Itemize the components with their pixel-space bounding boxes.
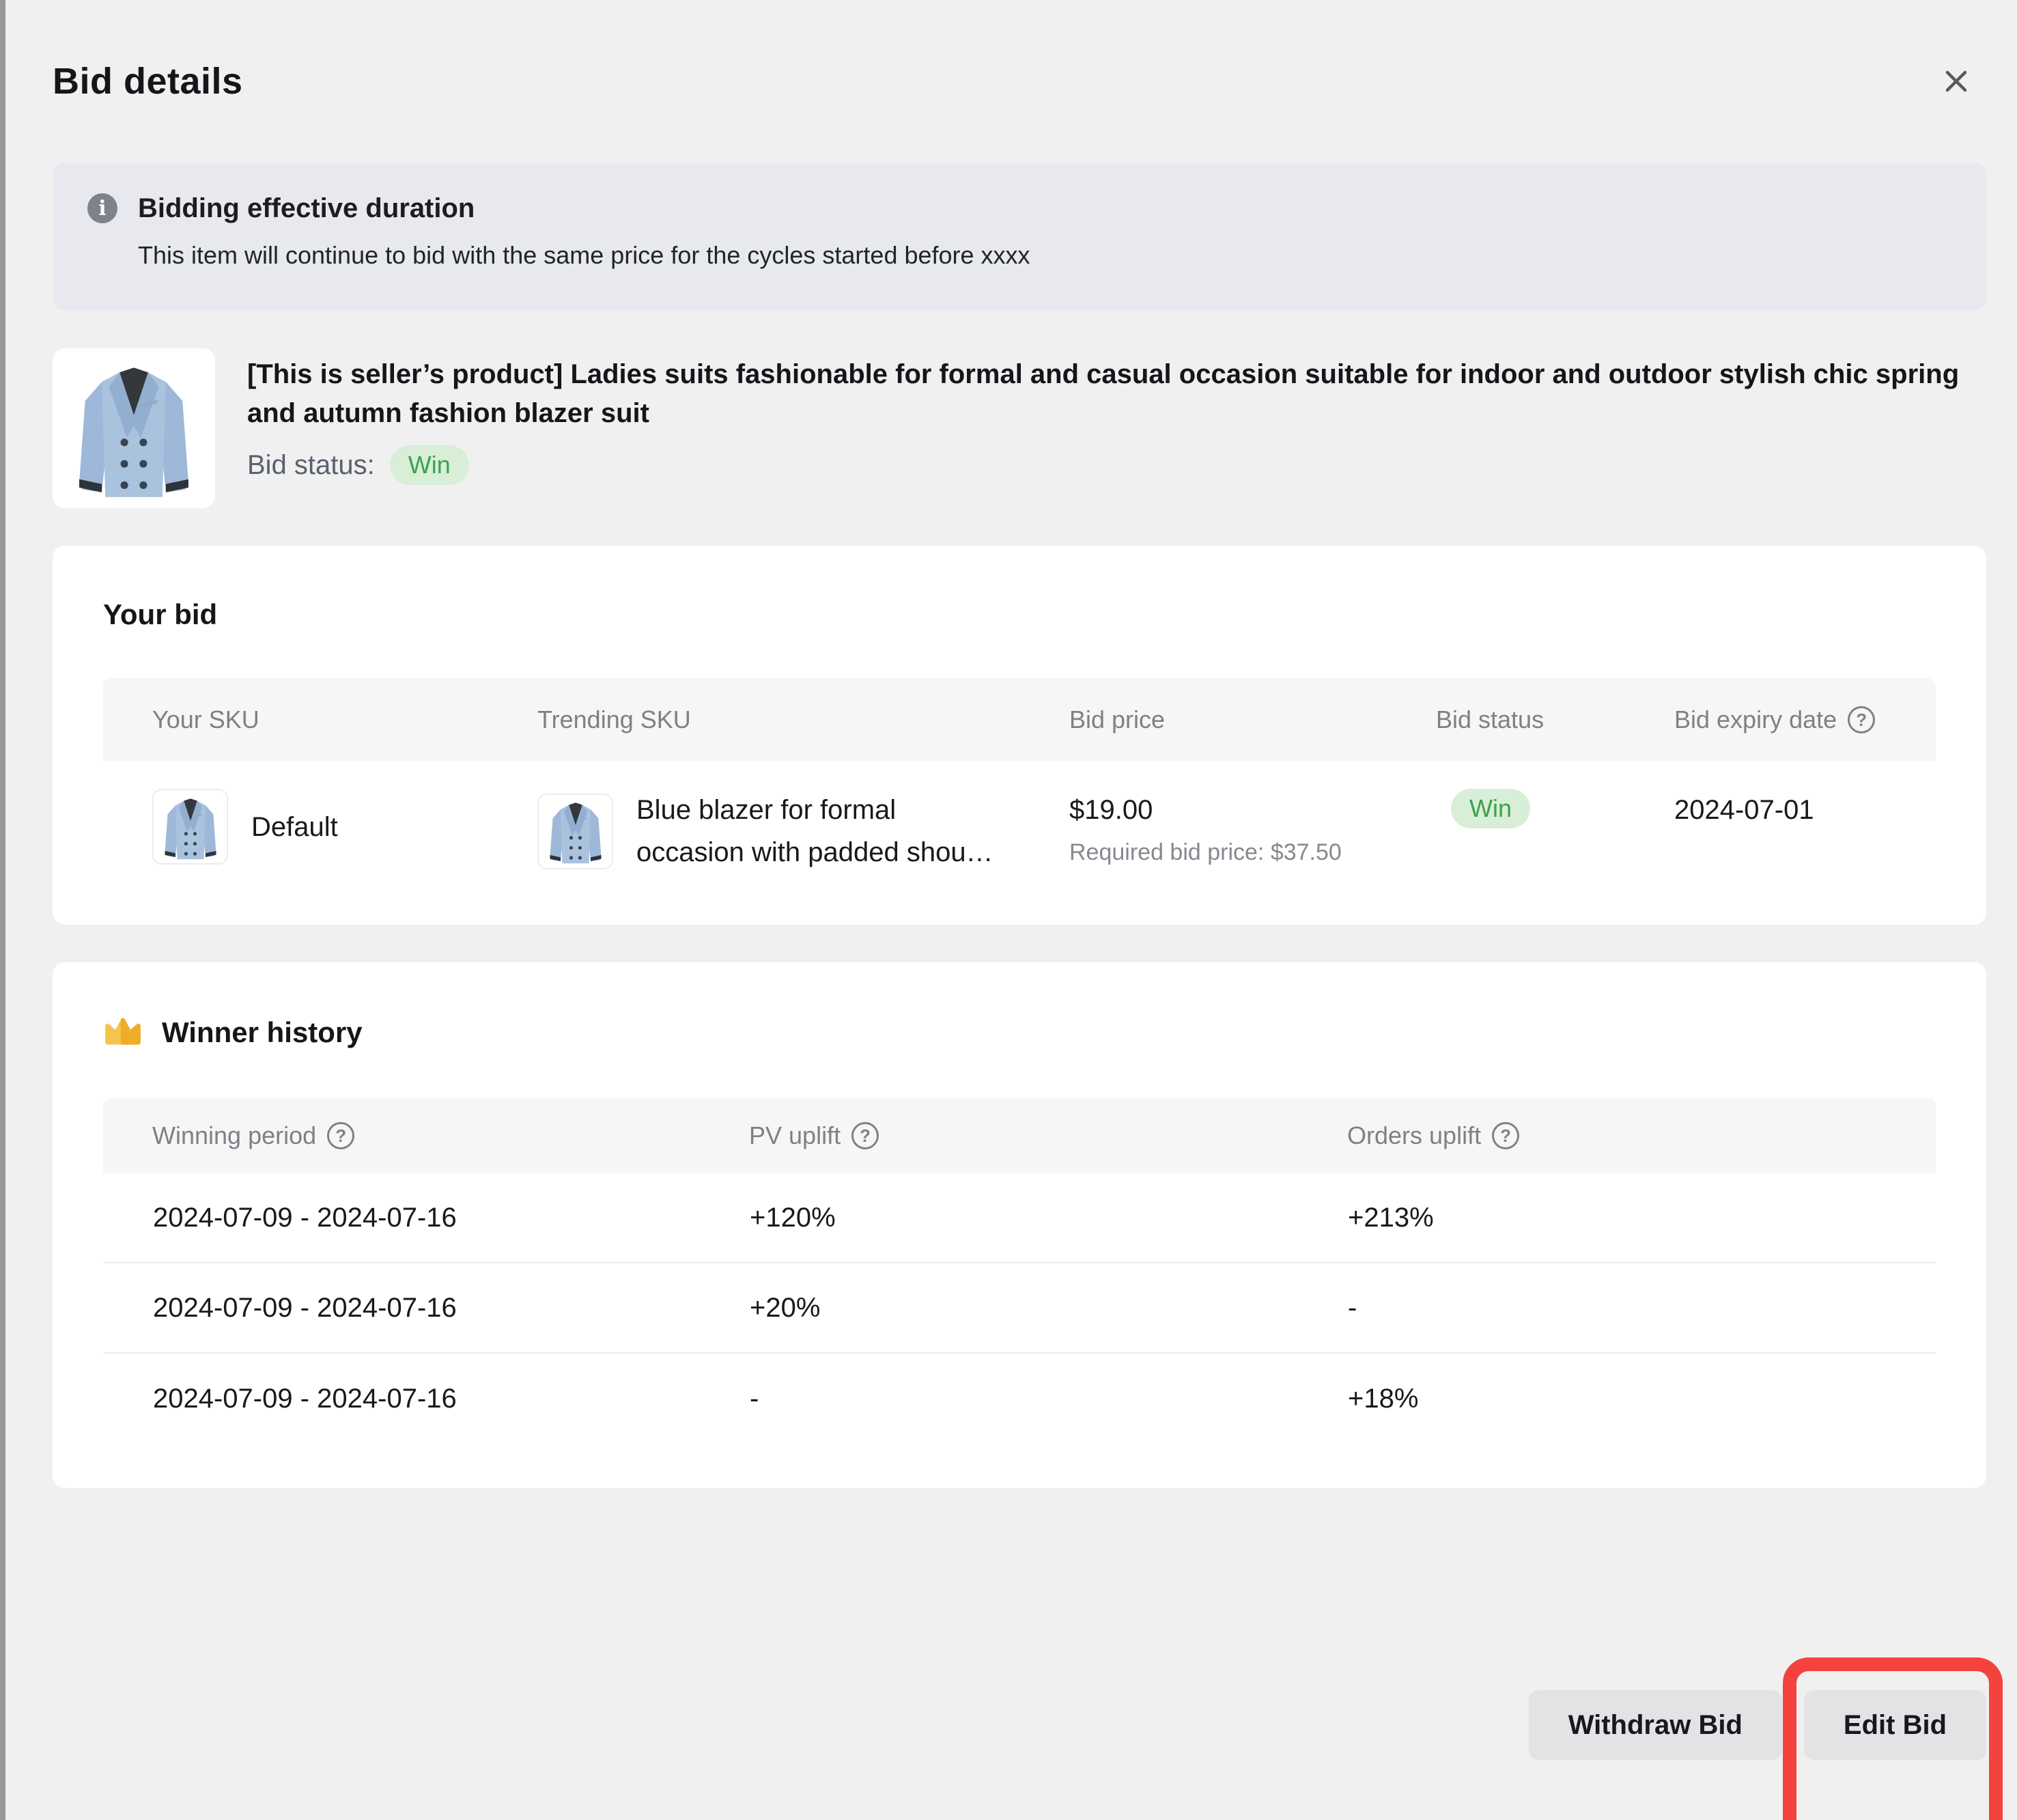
pv-uplift-cell: +20% [700, 1293, 1298, 1324]
window-edge [0, 0, 5, 1820]
bid-expiry-help-icon[interactable]: ? [1848, 706, 1875, 733]
winning-period-cell: 2024-07-09 - 2024-07-16 [103, 1293, 700, 1324]
winner-history-row: 2024-07-09 - 2024-07-16 - +18% [103, 1354, 1936, 1444]
bid-details-modal: Bid details i Bidding effective duration… [0, 0, 2017, 1820]
winner-history-row: 2024-07-09 - 2024-07-16 +20% - [103, 1263, 1936, 1354]
winning-period-cell: 2024-07-09 - 2024-07-16 [103, 1203, 700, 1233]
bid-price-value: $19.00 [1069, 789, 1387, 831]
col-bid-status: Bid status [1387, 705, 1625, 734]
your-bid-row: Default Blue blazer for formal occasion … [103, 761, 1936, 906]
col-bid-price: Bid price [1020, 705, 1387, 734]
winner-history-card: Winner history Winning period ? PV uplif… [53, 962, 1986, 1488]
your-bid-table: Your SKU Trending SKU Bid price Bid stat… [103, 678, 1936, 906]
footer-actions: Withdraw Bid Edit Bid [53, 1690, 1986, 1760]
your-sku-name: Default [251, 806, 338, 848]
col-pv-uplift: PV uplift ? [700, 1121, 1298, 1150]
close-icon [1941, 66, 1971, 96]
winning-period-cell: 2024-07-09 - 2024-07-16 [103, 1384, 700, 1414]
withdraw-bid-button[interactable]: Withdraw Bid [1529, 1690, 1782, 1760]
trending-sku-name: Blue blazer for formal occasion with pad… [636, 789, 1002, 873]
your-bid-card: Your bid Your SKU Trending SKU Bid price… [53, 546, 1986, 925]
trending-sku-thumbnail [537, 794, 613, 869]
winner-history-heading: Winner history [162, 1011, 363, 1054]
pv-uplift-help-icon[interactable]: ? [851, 1122, 879, 1149]
crown-icon [103, 1015, 143, 1050]
edit-bid-button[interactable]: Edit Bid [1804, 1690, 1986, 1760]
col-bid-expiry-date: Bid expiry date ? [1625, 705, 1936, 734]
col-trending-sku: Trending SKU [488, 705, 1020, 734]
modal-header: Bid details [53, 60, 1986, 102]
col-your-sku: Your SKU [103, 705, 488, 734]
bidding-duration-banner: i Bidding effective duration This item w… [53, 163, 1986, 310]
bid-status-badge: Win [390, 445, 469, 485]
col-winning-period: Winning period ? [103, 1121, 700, 1150]
winner-history-header: Winning period ? PV uplift ? Orders upli… [103, 1098, 1936, 1173]
bid-expiry-date-value: 2024-07-01 [1674, 789, 1936, 831]
orders-uplift-help-icon[interactable]: ? [1492, 1122, 1519, 1149]
your-bid-table-header: Your SKU Trending SKU Bid price Bid stat… [103, 678, 1936, 761]
banner-body: This item will continue to bid with the … [138, 238, 1945, 272]
winning-period-help-icon[interactable]: ? [327, 1122, 354, 1149]
orders-uplift-cell: +213% [1298, 1203, 1936, 1233]
pv-uplift-cell: +120% [700, 1203, 1298, 1233]
your-bid-heading: Your bid [103, 593, 1936, 636]
winner-history-table: Winning period ? PV uplift ? Orders upli… [103, 1098, 1936, 1444]
col-orders-uplift: Orders uplift ? [1298, 1121, 1936, 1150]
info-icon: i [87, 193, 117, 223]
orders-uplift-cell: +18% [1298, 1384, 1936, 1414]
banner-title: Bidding effective duration [138, 189, 475, 227]
product-summary: [This is seller’s product] Ladies suits … [53, 348, 1986, 508]
winner-history-row: 2024-07-09 - 2024-07-16 +120% +213% [103, 1173, 1936, 1263]
page-title: Bid details [53, 60, 243, 102]
close-button[interactable] [1941, 66, 1971, 96]
product-image [53, 348, 215, 508]
pv-uplift-cell: - [700, 1384, 1298, 1414]
product-title: [This is seller’s product] Ladies suits … [247, 355, 1968, 433]
your-sku-thumbnail [152, 789, 228, 865]
bid-status-label: Bid status: [247, 450, 375, 481]
orders-uplift-cell: - [1298, 1293, 1936, 1324]
required-bid-price: Required bid price: $37.50 [1069, 837, 1387, 868]
row-bid-status-badge: Win [1451, 789, 1530, 828]
